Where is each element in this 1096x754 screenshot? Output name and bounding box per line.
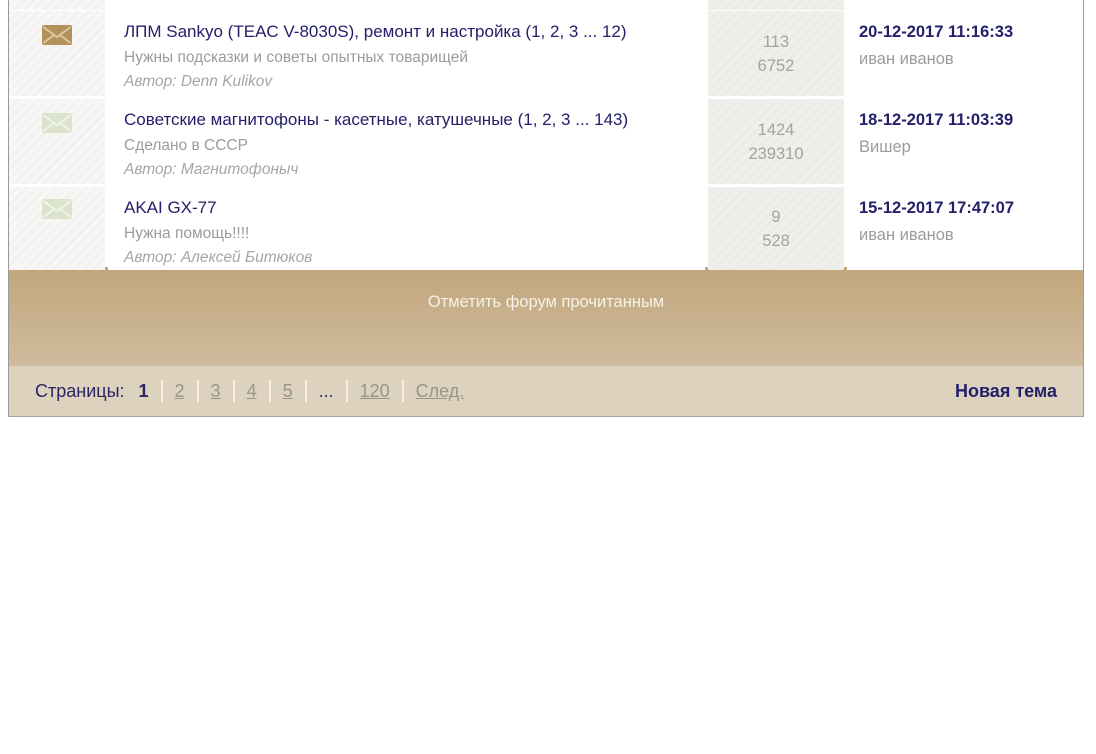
views-count: 528 <box>762 229 790 253</box>
table-row: ЛПМ Sankyo (TEAC V-8030S), ремонт и наст… <box>9 11 1083 96</box>
replies-count: 9 <box>771 205 780 229</box>
topic-author: Автор: Denn Kulikov <box>124 70 699 94</box>
envelope-new-icon <box>42 25 72 45</box>
page-separator <box>305 380 307 402</box>
page-separator <box>402 380 404 402</box>
last-post-date-link[interactable]: 18-12-2017 11:03:39 <box>859 109 1079 132</box>
page-separator <box>346 380 348 402</box>
new-topic-button[interactable]: Новая тема <box>955 381 1057 402</box>
page-separator <box>197 380 199 402</box>
topic-title-link[interactable]: AKAI GX-77 <box>124 196 217 219</box>
page-link[interactable]: 4 <box>247 381 257 402</box>
last-post-user: иван иванов <box>859 224 1079 247</box>
page-separator <box>161 380 163 402</box>
topic-status-cell <box>9 0 105 10</box>
last-post-user: Вишер <box>859 136 1079 159</box>
page-ellipsis: ... <box>319 381 334 402</box>
page-separator <box>269 380 271 402</box>
last-post-user: иван иванов <box>859 48 1079 71</box>
topic-author: Автор: Алексей Битюков <box>124 246 699 270</box>
topic-counts-cell: 113 6752 <box>708 11 844 96</box>
topic-counts-cell: 1424 239310 <box>708 99 844 184</box>
envelope-nonew-icon <box>42 199 72 219</box>
page-link[interactable]: 3 <box>211 381 221 402</box>
page-separator <box>233 380 235 402</box>
forum-topics-table: ЛПМ Sankyo (TEAC V-8030S), ремонт и наст… <box>8 0 1084 417</box>
table-row: AKAI GX-77 Нужна помощь!!!! Автор: Алекс… <box>9 187 1083 267</box>
mark-forum-read-button[interactable]: Отметить форум прочитанным <box>9 267 1083 366</box>
table-row: Советские магнитофоны - касетные, катуше… <box>9 99 1083 184</box>
page-next-link[interactable]: След. <box>416 381 465 402</box>
pages-label: Страницы: <box>35 381 125 402</box>
replies-count: 113 <box>763 30 789 54</box>
last-post-date-link[interactable]: 20-12-2017 11:16:33 <box>859 21 1079 44</box>
table-row-partial <box>9 0 1083 8</box>
page-link[interactable]: 5 <box>283 381 293 402</box>
views-count: 6752 <box>758 54 795 78</box>
pagination-bar: Страницы: 1 2 3 4 5 ... 120 След. Новая … <box>9 366 1083 416</box>
topic-description: Нужна помощь!!!! <box>124 222 699 246</box>
topic-description: Нужны подсказки и советы опытных товарищ… <box>124 46 699 70</box>
page-current: 1 <box>139 381 149 402</box>
topic-counts-cell <box>708 0 844 10</box>
topic-author: Автор: Магнитофоныч <box>124 158 699 182</box>
last-post-date-link[interactable]: 15-12-2017 17:47:07 <box>859 197 1079 220</box>
page-link-last[interactable]: 120 <box>360 381 390 402</box>
topic-status-cell <box>9 11 105 96</box>
page-link[interactable]: 2 <box>175 381 185 402</box>
topic-description: Сделано в СССР <box>124 134 699 158</box>
views-count: 239310 <box>748 142 803 166</box>
topic-title-link[interactable]: Советские магнитофоны - касетные, катуше… <box>124 108 628 131</box>
topic-counts-cell: 9 528 <box>708 187 844 270</box>
envelope-nonew-icon <box>42 113 72 133</box>
topic-status-cell <box>9 187 105 270</box>
topic-title-link[interactable]: ЛПМ Sankyo (TEAC V-8030S), ремонт и наст… <box>124 20 627 43</box>
replies-count: 1424 <box>758 118 795 142</box>
topic-status-cell <box>9 99 105 184</box>
